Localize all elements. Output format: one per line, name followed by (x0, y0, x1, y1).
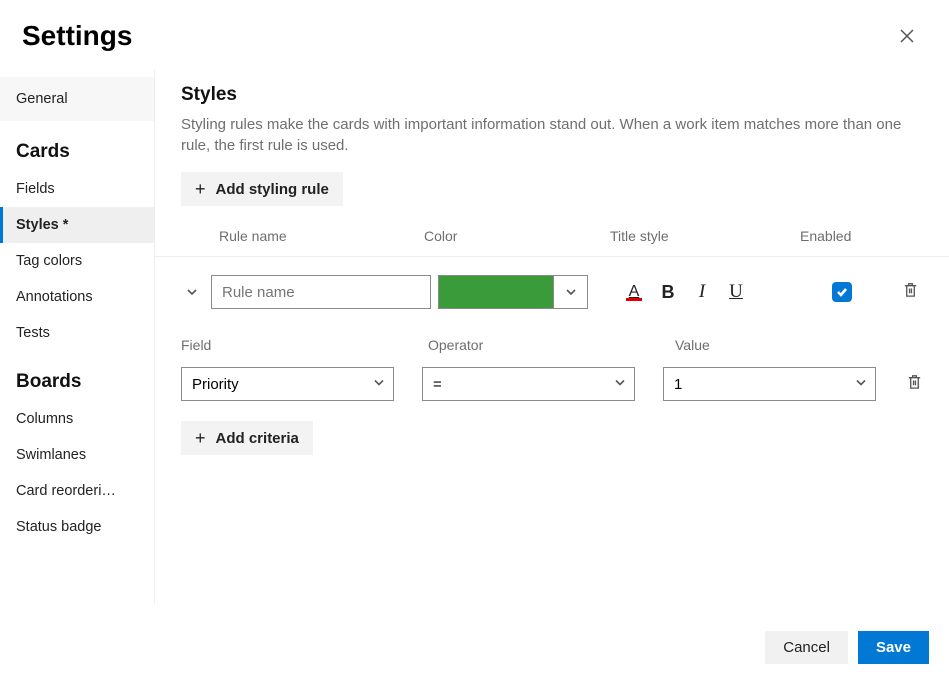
value-select[interactable]: 1 (663, 367, 876, 401)
delete-rule-button[interactable] (902, 281, 919, 303)
value-select-value: 1 (674, 376, 682, 393)
save-button[interactable]: Save (858, 631, 929, 664)
add-styling-rule-label: Add styling rule (216, 181, 329, 198)
sidebar-item-annotations[interactable]: Annotations (0, 279, 154, 315)
column-header-operator: Operator (428, 337, 675, 353)
expand-toggle[interactable] (181, 286, 203, 298)
sidebar-item-tests[interactable]: Tests (0, 315, 154, 351)
underline-button[interactable]: U (726, 281, 746, 303)
sidebar-item-status-badge[interactable]: Status badge (0, 509, 154, 545)
italic-button[interactable]: I (692, 281, 712, 303)
chevron-down-icon (186, 286, 198, 298)
section-description: Styling rules make the cards with import… (181, 114, 923, 156)
chevron-down-icon (373, 377, 385, 389)
field-select[interactable]: Priority (181, 367, 394, 401)
chevron-down-icon (614, 377, 626, 389)
close-icon (900, 29, 914, 43)
add-criteria-button[interactable]: + Add criteria (181, 421, 313, 455)
rule-name-input[interactable] (211, 275, 431, 309)
sidebar: General Cards Fields Styles * Tag colors… (0, 70, 155, 604)
trash-icon (902, 281, 919, 298)
color-dropdown-caret[interactable] (553, 276, 587, 308)
trash-icon (906, 373, 923, 390)
delete-criteria-button[interactable] (906, 373, 923, 395)
chevron-down-icon (855, 377, 867, 389)
color-swatch (439, 276, 553, 308)
sidebar-group-cards: Cards (0, 121, 154, 171)
field-select-value: Priority (192, 376, 239, 393)
section-title: Styles (181, 84, 923, 106)
plus-icon: + (195, 429, 206, 447)
footer: Cancel Save (0, 621, 949, 674)
criteria-row: Priority = 1 (181, 367, 923, 401)
column-header-name: Rule name (219, 228, 424, 244)
font-color-button[interactable]: A (624, 281, 644, 303)
column-header-title-style: Title style (610, 228, 800, 244)
sidebar-item-swimlanes[interactable]: Swimlanes (0, 437, 154, 473)
sidebar-item-card-reordering[interactable]: Card reorderi… (0, 473, 154, 509)
page-title: Settings (22, 20, 132, 52)
color-bar-icon (626, 298, 642, 301)
color-picker[interactable] (438, 275, 588, 309)
close-button[interactable] (893, 22, 921, 50)
sidebar-item-general[interactable]: General (0, 77, 154, 121)
check-icon (836, 286, 848, 298)
sidebar-item-tag-colors[interactable]: Tag colors (0, 243, 154, 279)
sidebar-item-fields[interactable]: Fields (0, 171, 154, 207)
cancel-button[interactable]: Cancel (765, 631, 848, 664)
column-header-color: Color (424, 228, 610, 244)
title-style-group: A B I U (624, 281, 746, 303)
main-content: Styles Styling rules make the cards with… (155, 70, 949, 604)
add-criteria-label: Add criteria (216, 430, 299, 447)
add-styling-rule-button[interactable]: + Add styling rule (181, 172, 343, 206)
operator-select[interactable]: = (422, 367, 635, 401)
enabled-checkbox[interactable] (832, 282, 852, 302)
plus-icon: + (195, 180, 206, 198)
chevron-down-icon (565, 286, 577, 298)
bold-button[interactable]: B (658, 281, 678, 303)
column-header-value: Value (675, 337, 710, 353)
column-header-enabled: Enabled (800, 228, 851, 244)
column-header-field: Field (181, 337, 428, 353)
sidebar-item-columns[interactable]: Columns (0, 401, 154, 437)
sidebar-group-boards: Boards (0, 351, 154, 401)
sidebar-item-styles[interactable]: Styles * (0, 207, 154, 243)
operator-select-value: = (433, 376, 442, 393)
rule-row: A B I U (181, 257, 923, 315)
